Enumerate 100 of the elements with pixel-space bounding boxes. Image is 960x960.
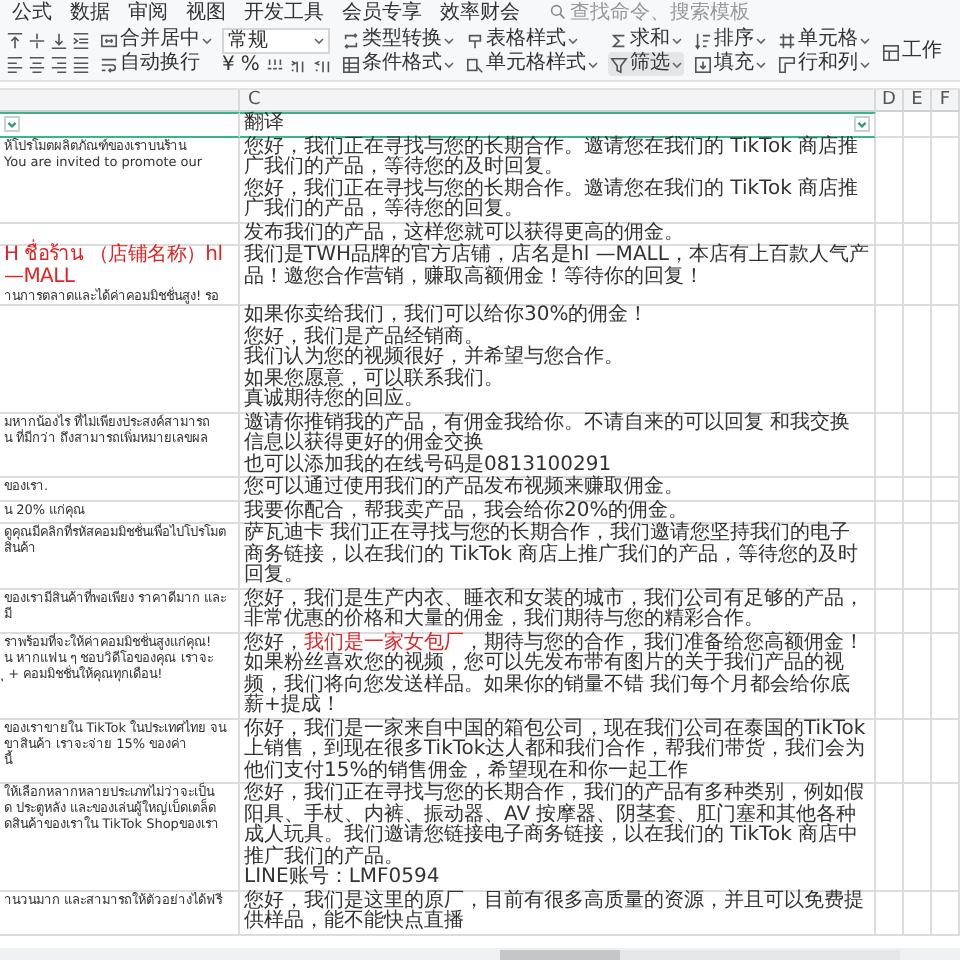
menu-tab[interactable]: 视图 [186,0,226,26]
table-cell[interactable]: 如果你卖给我们，我们可以给你30%的佣金！ 您好，我们是产品经销商。 我们认为您的视频很好，并希望与您合作。 如果您愿意，可以联系我们。 真诚期待您的回应。 [240,306,876,413]
table-cell[interactable] [932,633,960,719]
table-cell[interactable] [876,784,904,891]
align-right-icon[interactable] [50,55,68,73]
table-cell[interactable] [932,137,960,223]
table-cell[interactable]: 我要你配合，帮我卖产品，我会给你20%的佣金。 [240,501,876,524]
toolbar-button[interactable]: 筛选 [607,52,684,76]
menu-tab[interactable]: 开发工具 [244,0,324,26]
table-cell[interactable] [932,223,960,246]
table-cell[interactable] [932,589,960,633]
table-cell[interactable] [904,784,932,891]
toolbar-button[interactable]: 单元格 [775,28,872,52]
table-cell[interactable] [932,784,960,891]
align-bottom-icon[interactable] [50,31,68,49]
format-button[interactable]: ¥ [222,53,235,77]
toolbar-button[interactable]: 合并居中 [98,28,214,52]
table-cell[interactable] [876,501,904,524]
toolbar-button[interactable]: 条件格式 [339,52,456,76]
table-cell[interactable]: 发布我们的产品，这样您就可以获得更高的佣金。 [240,223,876,246]
column-header[interactable]: D [876,90,904,112]
column-header[interactable]: F [932,90,960,112]
filter-dropdown[interactable] [854,116,870,133]
table-cell[interactable] [904,589,932,633]
toolbar-button[interactable]: 类型转换 [339,28,456,52]
align-middle-icon[interactable] [28,31,46,49]
table-cell[interactable] [932,719,960,784]
table-cell[interactable] [904,112,932,137]
horizontal-scrollbar[interactable] [500,949,900,959]
decrease-decimal-icon[interactable] [313,56,332,74]
table-cell[interactable] [932,413,960,478]
toolbar-button[interactable]: 排序 [691,28,768,52]
table-cell[interactable] [932,891,960,935]
table-cell[interactable] [904,524,932,589]
menu-tab[interactable]: 会员专享 [342,0,422,26]
table-cell[interactable] [876,719,904,784]
table-cell[interactable] [904,891,932,935]
menu-tab[interactable]: 公式 [12,0,52,26]
cell-text: 邀请你推销我的产品，有佣金我给你。不请自来的可以回复 和我交换信息以获得更好的佣金交换 [244,413,853,454]
table-grid-icon [341,55,360,73]
toolbar-button[interactable]: 填充 [691,52,768,76]
number-format-dropdown[interactable]: 常规 [222,27,330,53]
table-cell[interactable] [904,719,932,784]
justify-icon[interactable] [72,55,90,73]
worksheet-icon [881,43,900,61]
merge-cells-icon [100,31,118,49]
filter-dropdown[interactable] [4,116,20,133]
search-field[interactable]: 查找命令、搜索模板 [550,1,770,23]
menu-tab[interactable]: 数据 [70,0,110,26]
table-cell[interactable] [904,501,932,524]
thousands-icon[interactable] [265,56,284,74]
increase-decimal-icon[interactable] [289,56,308,74]
table-cell[interactable] [932,524,960,589]
table-cell[interactable] [876,112,904,137]
menu-tab[interactable]: 审阅 [128,0,168,26]
toolbar-button[interactable]: 行和列 [775,52,872,76]
table-cell[interactable] [876,891,904,935]
align-top-icon[interactable] [6,31,24,49]
table-cell[interactable] [904,137,932,223]
table-cell[interactable]: 您好，我们正在寻找与您的长期合作。邀请您在我们的 TikTok 商店推广我们的产品，等待您的及时回复。 您好，我们正在寻找与您的长期合作。邀请您在我们的 TikTok 商店推广我们的产品，等待您的回复。 [240,137,876,223]
fill-down-icon [693,55,712,73]
table-cell[interactable] [876,478,904,501]
format-button[interactable]: % [240,53,260,77]
table-cell[interactable] [876,633,904,719]
table-cell[interactable] [876,246,904,306]
toolbar-button[interactable]: 单元格样式 [463,52,600,76]
table-cell[interactable] [932,306,960,413]
table-cell[interactable]: 您可以通过使用我们的产品发布视频来赚取佣金。 [240,478,876,501]
table-cell[interactable] [904,246,932,306]
wrap-text-icon [100,55,118,73]
table-cell[interactable] [876,306,904,413]
cell-text: 您可以通过使用我们的产品发布视频来赚取佣金。 [244,478,686,499]
toolbar-button[interactable]: 求和 [607,28,684,52]
toolbar-button[interactable]: 工作 [879,40,944,64]
table-cell[interactable] [932,478,960,501]
table-cell[interactable] [876,589,904,633]
column-header[interactable]: C [240,90,876,112]
table-cell[interactable]: 邀请你推销我的产品，有佣金我给你。不请自来的可以回复 和我交换信息以获得更好的佣金交换 也可以添加我的在线号码是0813100291 [240,413,876,478]
table-cell[interactable]: 您好，我们正在寻找与您的长期合作，我们的产品有多种类别，例如假阳具、手杖、内裤、振动器、AV 按摩器、阴茎套、肛门塞和其他各种成人玩具。我们邀请您链接电子商务链接，以在我们的 TikTok 商店中推广我们的产品。 LINE账号：LMF0594 [240,784,876,891]
table-cell[interactable] [904,478,932,501]
table-cell[interactable] [904,413,932,478]
table-cell[interactable] [876,223,904,246]
table-cell[interactable] [876,524,904,589]
table-cell[interactable] [904,223,932,246]
table-cell[interactable] [904,633,932,719]
column-header[interactable]: E [904,90,932,112]
table-cell[interactable] [876,137,904,223]
menu-tab[interactable]: 效率财会 [440,0,520,26]
align-center-icon[interactable] [28,55,46,73]
indent-icon[interactable] [72,31,90,49]
table-cell[interactable] [0,306,240,413]
table-cell[interactable] [932,246,960,306]
table-cell[interactable] [876,413,904,478]
column-header[interactable] [0,90,240,112]
table-cell[interactable] [932,112,960,137]
align-left-icon[interactable] [6,55,24,73]
table-cell[interactable] [932,501,960,524]
toolbar-button[interactable]: 自动换行 [98,52,214,76]
toolbar-button[interactable]: 表格样式 [463,28,600,52]
table-cell[interactable] [904,306,932,413]
